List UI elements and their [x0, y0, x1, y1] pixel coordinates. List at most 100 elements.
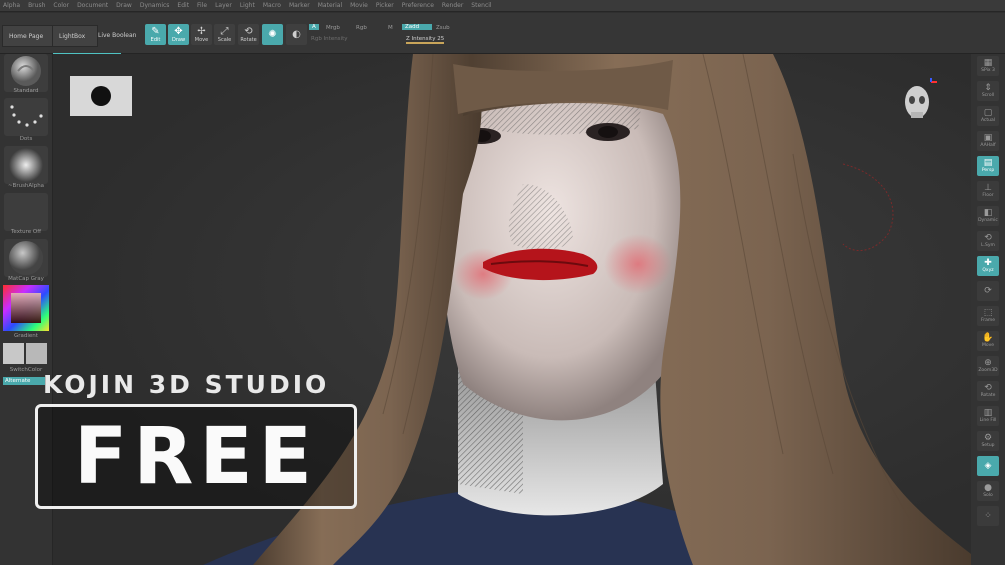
- linefill-button[interactable]: ▥ Line Fill: [977, 406, 999, 426]
- scale-label: Scale: [217, 36, 232, 43]
- menu-item-macro[interactable]: Macro: [263, 2, 281, 9]
- rotate-button[interactable]: ⟲ Rotate: [238, 24, 259, 45]
- brush-alpha-thumb[interactable]: [4, 146, 48, 184]
- setup-label: Setup: [981, 443, 995, 448]
- alternate-toggle[interactable]: Alternate: [3, 377, 45, 385]
- menu-item-preference[interactable]: Preference: [402, 2, 434, 9]
- transp-button[interactable]: ◈: [977, 456, 999, 476]
- rot1-icon: ⟳: [984, 285, 992, 296]
- zoom3d-button[interactable]: ⊕ Zoom3D: [977, 356, 999, 376]
- menu-item-draw[interactable]: Draw: [116, 2, 132, 9]
- zsub-toggle[interactable]: Zsub: [436, 25, 450, 31]
- menu-item-material[interactable]: Material: [318, 2, 342, 9]
- scroll-icon: ⇕: [984, 83, 992, 93]
- aahalf-label: AAHalf: [980, 143, 996, 148]
- home-page-button[interactable]: Home Page: [2, 25, 54, 47]
- menu-item-light[interactable]: Light: [240, 2, 255, 9]
- a-toggle[interactable]: A: [309, 24, 319, 30]
- gradient-label: Gradient: [14, 333, 38, 339]
- zadd-toggle[interactable]: Zadd: [402, 24, 432, 30]
- rotate-label: Rotate: [980, 393, 996, 398]
- actual-button[interactable]: ▢ Actual: [977, 106, 999, 126]
- actual-icon: ▢: [983, 108, 993, 118]
- menu-item-brush[interactable]: Brush: [28, 2, 45, 9]
- right-shelf: ▦ SPix 3 ⇕ Scroll ▢ Actual ▣ AAHalf ▤ Persp ⊥ Floor…: [970, 54, 1005, 565]
- linefill-icon: ▥: [983, 408, 993, 418]
- floor-label: Floor: [982, 193, 994, 198]
- solo-button[interactable]: ● Solo: [977, 481, 999, 501]
- scale-button[interactable]: ⤢ Scale: [214, 24, 235, 45]
- linefill-label: Line Fill: [979, 418, 997, 423]
- xpose-button[interactable]: ⁘: [977, 506, 999, 526]
- standard-label: Standard: [13, 88, 39, 94]
- color-picker[interactable]: [3, 285, 49, 331]
- local-button[interactable]: ⟲ L.Sym: [977, 231, 999, 251]
- menu-item-dynamics[interactable]: Dynamics: [140, 2, 170, 9]
- top-toolbar: Home Page LightBox Live Boolean ✎ Edit ✥ Dr…: [0, 13, 1005, 56]
- dots-stroke-thumb[interactable]: [4, 98, 48, 136]
- menu-item-color[interactable]: Color: [53, 2, 69, 9]
- aahalf-button[interactable]: ▣ AAHalf: [977, 131, 999, 151]
- rotate-icon: ⟲: [244, 25, 253, 37]
- transp-icon: ◈: [984, 460, 992, 471]
- draw-icon: ✥: [174, 25, 183, 37]
- floor-button[interactable]: ⊥ Floor: [977, 181, 999, 201]
- primary-color-swatch[interactable]: [3, 343, 24, 364]
- move-icon: ✢: [197, 25, 206, 37]
- xyz-button[interactable]: ✚ Qxyz: [977, 256, 999, 276]
- matcap-thumb[interactable]: [4, 239, 48, 277]
- menu-item-file[interactable]: File: [197, 2, 207, 9]
- zoom3d-label: Zoom3D: [978, 368, 998, 373]
- solo-icon: ●: [984, 483, 992, 493]
- rotate-button[interactable]: ⟲ Rotate: [977, 381, 999, 401]
- menu-item-picker[interactable]: Picker: [376, 2, 394, 9]
- menu-item-edit[interactable]: Edit: [177, 2, 189, 9]
- menu-item-layer[interactable]: Layer: [215, 2, 232, 9]
- matcap-sphere-icon: [9, 241, 43, 275]
- move-button[interactable]: ✋ Move: [977, 331, 999, 351]
- alpha-blur-icon: [9, 148, 43, 182]
- scroll-label: Scroll: [981, 93, 995, 98]
- mrgb-toggle[interactable]: Mrgb: [326, 25, 340, 31]
- scroll-button[interactable]: ⇕ Scroll: [977, 81, 999, 101]
- menu-item-render[interactable]: Render: [442, 2, 463, 9]
- z-intensity-slider[interactable]: Z Intensity 25: [406, 36, 445, 44]
- live-boolean-button[interactable]: Live Boolean: [98, 25, 136, 45]
- free-text: FREE: [74, 411, 318, 502]
- lightbox-button[interactable]: LightBox: [52, 25, 121, 56]
- m-toggle[interactable]: M: [388, 25, 393, 31]
- menu-item-marker[interactable]: Marker: [289, 2, 310, 9]
- move-button[interactable]: ✢ Move: [191, 24, 212, 45]
- free-badge: FREE: [35, 404, 357, 509]
- local-icon: ⟲: [984, 233, 992, 243]
- texture-thumb[interactable]: [4, 193, 48, 231]
- floor-icon: ⊥: [984, 183, 992, 193]
- aahalf-icon: ▣: [983, 133, 993, 143]
- menu-item-movie[interactable]: Movie: [350, 2, 368, 9]
- material-sphere-icon[interactable]: ◐: [286, 24, 307, 45]
- rgb-toggle[interactable]: Rgb: [356, 25, 367, 31]
- rot1-button[interactable]: ⟳: [977, 281, 999, 301]
- texture-off-label: Texture Off: [10, 229, 41, 235]
- orientation-gizmo: [905, 78, 937, 118]
- dynamic-button[interactable]: ◧ Dynamic: [977, 206, 999, 226]
- edit-label: Edit: [150, 36, 161, 43]
- spix-button[interactable]: ▦ SPix 3: [977, 56, 999, 76]
- frame-button[interactable]: ⬚ Frame: [977, 306, 999, 326]
- setup-button[interactable]: ⚙ Setup: [977, 431, 999, 451]
- menu-item-document[interactable]: Document: [77, 2, 108, 9]
- rgb-intensity-slider[interactable]: Rgb Intensity: [311, 36, 348, 42]
- persp-label: Persp: [981, 168, 995, 173]
- menu-item-alpha[interactable]: Alpha: [3, 2, 20, 9]
- secondary-color-swatch[interactable]: [26, 343, 47, 364]
- dots-icon: [10, 105, 43, 127]
- menu-item-stencil[interactable]: Stencil: [471, 2, 491, 9]
- standard-brush-thumb[interactable]: [4, 54, 48, 92]
- edit-button[interactable]: ✎ Edit: [145, 24, 166, 45]
- draw-button[interactable]: ✥ Draw: [168, 24, 189, 45]
- alpha-preview: [70, 76, 132, 116]
- persp-button[interactable]: ▤ Persp: [977, 156, 999, 176]
- dynamic-label: Dynamic: [978, 218, 998, 223]
- spix-label: SPix 3: [981, 68, 995, 73]
- focal-shift-icon[interactable]: ✺: [262, 24, 283, 45]
